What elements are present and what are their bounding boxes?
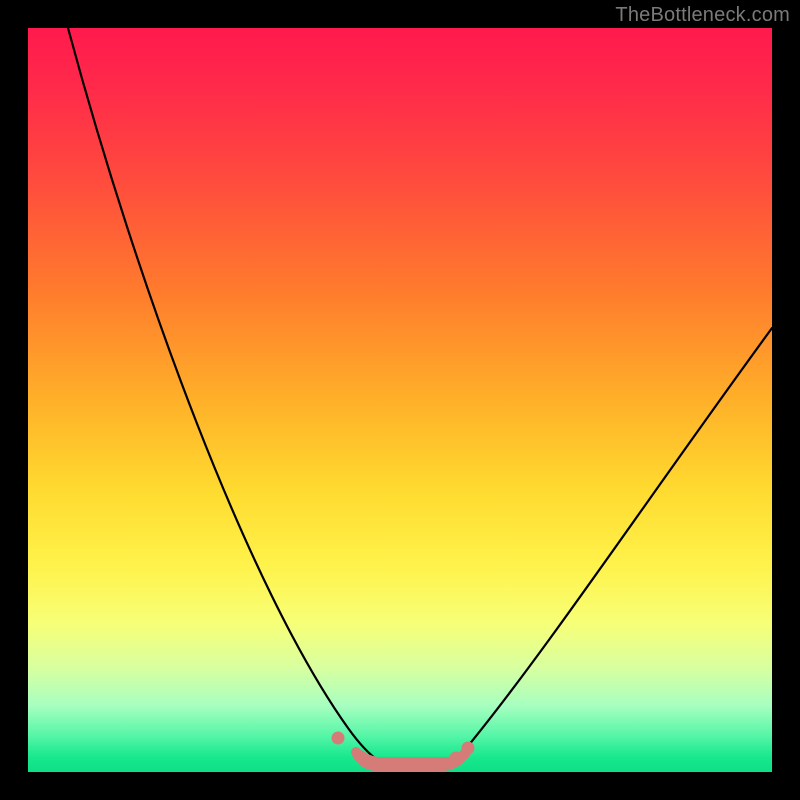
bottleneck-curve	[68, 28, 772, 768]
chart-plot-area	[28, 28, 772, 772]
chart-svg	[28, 28, 772, 772]
chart-frame: TheBottleneck.com	[0, 0, 800, 800]
valley-marker	[332, 732, 474, 772]
watermark-text: TheBottleneck.com	[615, 4, 790, 27]
